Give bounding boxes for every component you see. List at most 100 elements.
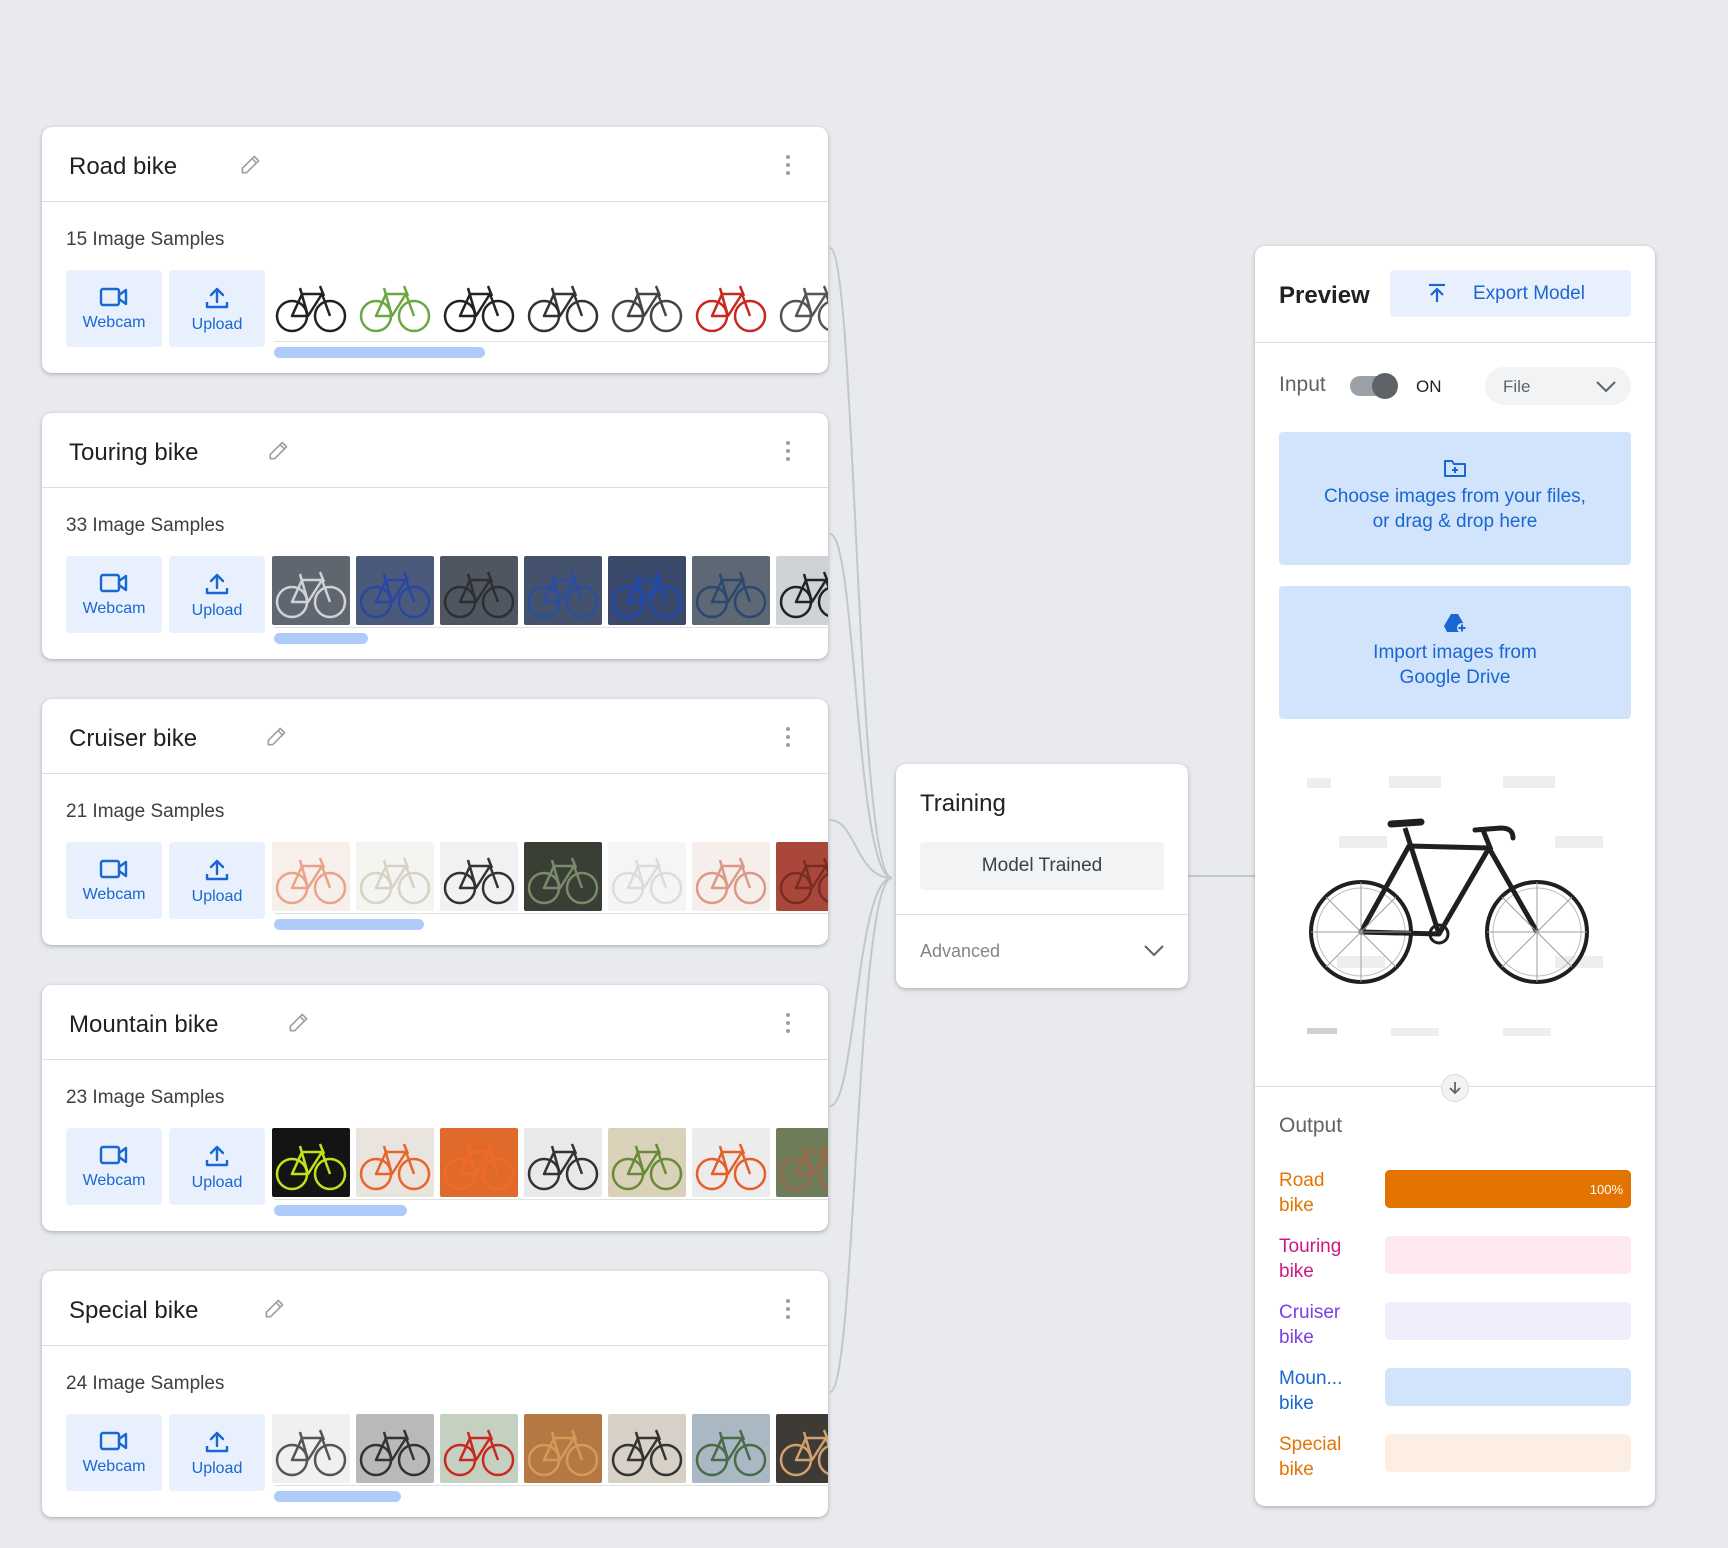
choose-files-dropzone[interactable]: Choose images from your files, or drag &…	[1279, 432, 1631, 565]
sample-thumbnail[interactable]	[608, 1128, 686, 1197]
webcam-button[interactable]: Webcam	[66, 556, 162, 633]
thumbnail-scrollbar[interactable]	[274, 347, 485, 358]
output-label: Output	[1279, 1114, 1343, 1137]
sample-thumbnail[interactable]	[692, 842, 770, 911]
sample-thumbnail[interactable]	[356, 842, 434, 911]
sample-thumbnail[interactable]	[776, 556, 828, 625]
sample-thumbnail[interactable]	[524, 1414, 602, 1483]
pencil-icon[interactable]	[286, 1009, 312, 1035]
sample-thumbnail[interactable]	[692, 1128, 770, 1197]
dropzone-line-2: or drag & drop here	[1372, 511, 1538, 532]
webcam-label: Webcam	[82, 600, 146, 617]
google-drive-import[interactable]: Import images from Google Drive	[1279, 586, 1631, 719]
sample-thumbnails[interactable]	[272, 270, 828, 339]
webcam-button[interactable]: Webcam	[66, 1414, 162, 1491]
confidence-bar	[1385, 1368, 1631, 1406]
sample-thumbnail[interactable]	[692, 270, 770, 339]
sample-thumbnail[interactable]	[440, 270, 518, 339]
more-vert-icon[interactable]	[784, 441, 792, 465]
webcam-label: Webcam	[82, 1458, 146, 1475]
thumbnail-scroll-track	[274, 1485, 828, 1486]
sample-thumbnail[interactable]	[440, 1414, 518, 1483]
sample-thumbnails[interactable]	[272, 842, 828, 911]
pencil-icon[interactable]	[238, 151, 264, 177]
upload-button[interactable]: Upload	[169, 270, 265, 347]
sample-thumbnail[interactable]	[440, 1128, 518, 1197]
class-name[interactable]: Mountain bike	[69, 1011, 218, 1039]
sample-thumbnail[interactable]	[356, 270, 434, 339]
advanced-toggle[interactable]: Advanced	[920, 941, 1000, 962]
thumbnail-scroll-track	[274, 913, 828, 914]
drive-line-1: Import images from	[1373, 642, 1537, 663]
model-trained-button[interactable]: Model Trained	[920, 842, 1164, 890]
export-model-button[interactable]: Export Model	[1390, 270, 1631, 317]
class-name[interactable]: Touring bike	[69, 439, 198, 467]
sample-thumbnail[interactable]	[356, 1414, 434, 1483]
upload-button[interactable]: Upload	[169, 556, 265, 633]
sample-thumbnail[interactable]	[608, 270, 686, 339]
input-toggle[interactable]	[1350, 373, 1398, 399]
image-samples-count: 24 Image Samples	[66, 1373, 225, 1394]
sample-thumbnail[interactable]	[608, 842, 686, 911]
sample-thumbnail[interactable]	[608, 1414, 686, 1483]
upload-button[interactable]: Upload	[169, 842, 265, 919]
class-name[interactable]: Road bike	[69, 153, 177, 181]
preview-bike-image	[1279, 766, 1631, 1046]
sample-thumbnail[interactable]	[524, 270, 602, 339]
sample-thumbnails[interactable]	[272, 556, 828, 625]
more-vert-icon[interactable]	[784, 155, 792, 179]
output-row: Cruiser bike	[1279, 1300, 1631, 1352]
thumbnail-scrollbar[interactable]	[274, 1205, 407, 1216]
chevron-down-icon[interactable]	[1142, 942, 1166, 958]
sample-thumbnail[interactable]	[440, 556, 518, 625]
sample-thumbnail[interactable]	[608, 556, 686, 625]
upload-button[interactable]: Upload	[169, 1414, 265, 1491]
sample-thumbnail[interactable]	[272, 1414, 350, 1483]
input-source-select[interactable]: File	[1485, 367, 1631, 405]
class-name[interactable]: Cruiser bike	[69, 725, 197, 753]
sample-thumbnail[interactable]	[692, 556, 770, 625]
thumbnail-scrollbar[interactable]	[274, 633, 368, 644]
output-row: Road bike 100%	[1279, 1168, 1631, 1220]
webcam-button[interactable]: Webcam	[66, 842, 162, 919]
sample-thumbnail[interactable]	[692, 1414, 770, 1483]
sample-thumbnail[interactable]	[440, 842, 518, 911]
more-vert-icon[interactable]	[784, 1299, 792, 1323]
sample-thumbnail[interactable]	[524, 842, 602, 911]
arrow-down-icon	[1449, 1082, 1461, 1095]
sample-thumbnail[interactable]	[272, 842, 350, 911]
pencil-icon[interactable]	[264, 723, 290, 749]
webcam-button[interactable]: Webcam	[66, 270, 162, 347]
sample-thumbnail[interactable]	[272, 1128, 350, 1197]
sample-thumbnail[interactable]	[272, 270, 350, 339]
sample-thumbnail[interactable]	[776, 1128, 828, 1197]
class-card-5: Special bike 24 Image Samples Webcam Upl…	[42, 1271, 828, 1517]
output-class-name: Road bike	[1279, 1168, 1379, 1218]
sample-thumbnail[interactable]	[524, 1128, 602, 1197]
upload-button[interactable]: Upload	[169, 1128, 265, 1205]
upload-label: Upload	[191, 602, 243, 619]
output-row: Touring bike	[1279, 1234, 1631, 1286]
sample-thumbnail[interactable]	[356, 1128, 434, 1197]
pencil-icon[interactable]	[266, 437, 292, 463]
thumbnail-scrollbar[interactable]	[274, 919, 424, 930]
sample-thumbnail[interactable]	[524, 556, 602, 625]
sample-thumbnail[interactable]	[776, 842, 828, 911]
sample-thumbnails[interactable]	[272, 1414, 828, 1483]
sample-thumbnail[interactable]	[776, 270, 828, 339]
class-card-1: Road bike 15 Image Samples Webcam Upload	[42, 127, 828, 373]
sample-thumbnail[interactable]	[356, 556, 434, 625]
image-samples-count: 33 Image Samples	[66, 515, 225, 536]
thumbnail-scrollbar[interactable]	[274, 1491, 401, 1502]
output-class-name-line-1: Road	[1279, 1170, 1325, 1191]
more-vert-icon[interactable]	[784, 727, 792, 751]
image-samples-count: 21 Image Samples	[66, 801, 225, 822]
pencil-icon[interactable]	[262, 1295, 288, 1321]
more-vert-icon[interactable]	[784, 1013, 792, 1037]
webcam-button[interactable]: Webcam	[66, 1128, 162, 1205]
class-name[interactable]: Special bike	[69, 1297, 198, 1325]
sample-thumbnail[interactable]	[272, 556, 350, 625]
sample-thumbnails[interactable]	[272, 1128, 828, 1197]
sample-thumbnail[interactable]	[776, 1414, 828, 1483]
class-card-header: Special bike	[42, 1271, 828, 1346]
